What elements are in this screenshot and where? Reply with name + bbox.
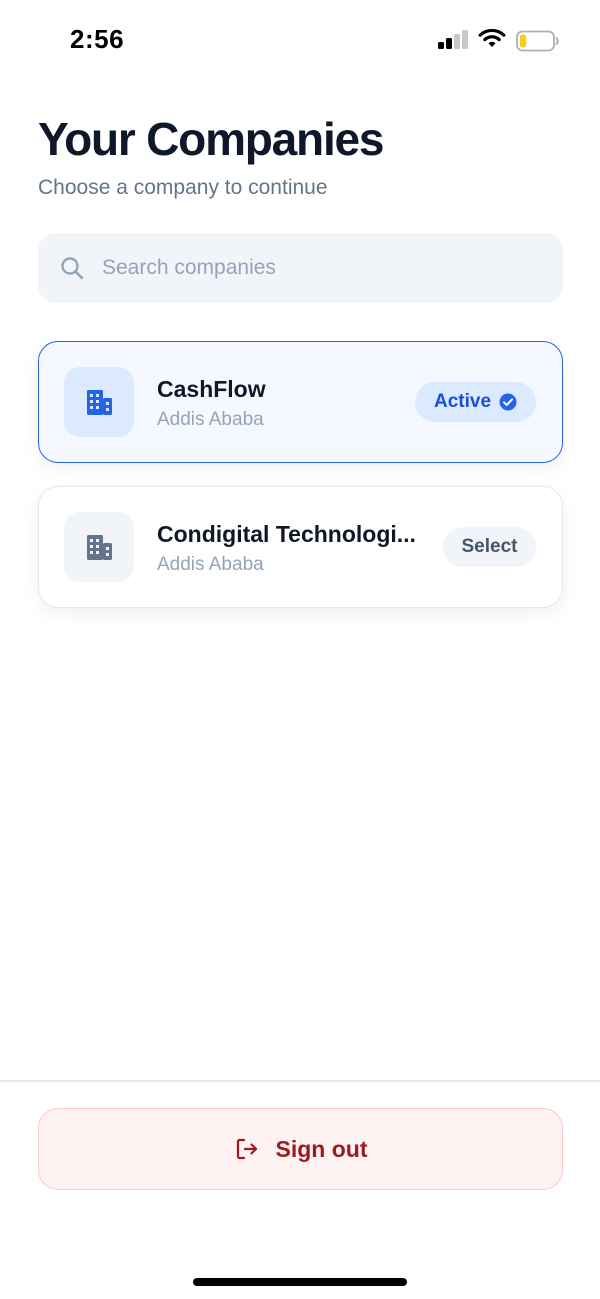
battery-icon <box>516 30 559 52</box>
cellular-signal-icon <box>438 30 468 49</box>
building-icon <box>87 535 112 560</box>
active-badge-label: Active <box>433 391 492 412</box>
page-subtitle: Choose a company to continue <box>38 176 328 199</box>
page-title: Your Companies <box>38 113 384 165</box>
sign-out-label: Sign out <box>275 1135 368 1162</box>
wifi-icon <box>478 28 506 47</box>
company-location: Addis Ababa <box>157 409 264 430</box>
footer-divider <box>0 1080 600 1082</box>
home-indicator[interactable] <box>193 1278 407 1286</box>
sign-out-icon <box>236 1138 257 1160</box>
status-time: 2:56 <box>70 24 125 54</box>
search-icon <box>61 257 84 280</box>
status-bar: 2:56 <box>0 0 600 80</box>
active-badge: Active <box>415 382 536 422</box>
company-card-condigital[interactable]: Condigital Technologi... Addis Ababa Sel… <box>38 486 563 608</box>
select-button-label: Select <box>461 536 518 557</box>
select-button[interactable]: Select <box>443 527 536 567</box>
company-location: Addis Ababa <box>157 554 264 575</box>
company-icon-container <box>64 367 134 437</box>
company-icon-container <box>64 512 134 582</box>
company-name: Condigital Technologi... <box>157 521 416 547</box>
search-bar[interactable] <box>38 233 563 303</box>
company-card-cashflow[interactable]: CashFlow Addis Ababa Active <box>38 341 563 463</box>
search-input[interactable] <box>102 233 542 303</box>
building-icon <box>87 390 112 415</box>
sign-out-button[interactable]: Sign out <box>38 1108 563 1190</box>
company-name: CashFlow <box>157 376 266 402</box>
check-circle-icon <box>499 393 517 411</box>
